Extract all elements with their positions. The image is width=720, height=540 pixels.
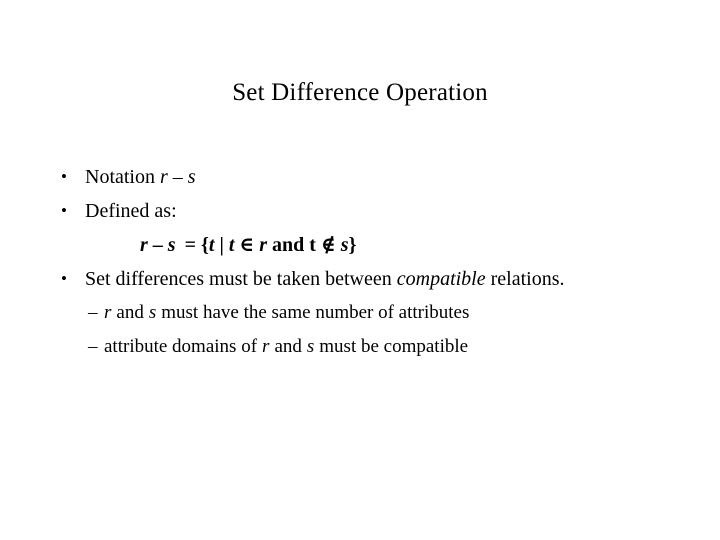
bullet-glyph-icon: • bbox=[61, 269, 67, 288]
bullet-glyph-icon: • bbox=[61, 167, 67, 186]
bullet-glyph-icon: • bbox=[61, 201, 67, 220]
not-element-of-icon: ∉ bbox=[320, 234, 336, 256]
sub-bullet-item-same-number-attributes: – r and s must have the same number of attr… bbox=[56, 296, 680, 330]
conjunction-and: and bbox=[274, 336, 302, 357]
operator-minus: – bbox=[172, 166, 183, 188]
sub-bullet-text-tail: must have the same number of attributes bbox=[161, 302, 470, 323]
formula-var-s: s bbox=[167, 234, 176, 256]
bullet-item-notation: • Notation r – s bbox=[56, 160, 680, 194]
variable-r: r bbox=[262, 336, 270, 357]
formula-var-t1: t bbox=[208, 234, 215, 256]
formula-close-brace: } bbox=[348, 234, 357, 256]
bullet-text-lead: Defined as: bbox=[85, 200, 177, 222]
sub-bullet-text-lead: attribute domains of bbox=[104, 336, 258, 357]
formula-set-difference: r – s = {t | t ∈ r and t ∉ s} bbox=[56, 228, 680, 262]
formula-var-r: r bbox=[140, 234, 148, 256]
formula-var-r2: r bbox=[259, 234, 268, 256]
bullet-item-compatible-relations: • Set differences must be taken between c… bbox=[56, 262, 680, 296]
formula-minus: – bbox=[152, 234, 163, 256]
sub-bullet-text-tail: must be compatible bbox=[319, 336, 469, 357]
emphasis-compatible: compatible bbox=[396, 268, 486, 290]
page-title: Set Difference Operation bbox=[232, 79, 488, 106]
bullet-text-tail: relations. bbox=[490, 268, 565, 290]
bullet-item-defined-as: • Defined as: bbox=[56, 194, 680, 228]
slide-canvas: Set Difference Operation • Notation r – s •… bbox=[0, 0, 720, 540]
formula-var-s2: s bbox=[340, 234, 349, 256]
variable-s: s bbox=[187, 166, 196, 188]
formula-and-keyword: and bbox=[272, 234, 305, 256]
formula-open-brace: { bbox=[201, 234, 209, 256]
variable-r: r bbox=[160, 166, 168, 188]
formula-var-t2: t bbox=[228, 234, 235, 256]
dash-glyph-icon: – bbox=[88, 302, 98, 323]
sub-bullet-item-compatible-domains: – attribute domains of r and s must be compa… bbox=[56, 330, 680, 364]
variable-s: s bbox=[148, 302, 157, 323]
dash-glyph-icon: – bbox=[88, 336, 98, 357]
formula-bar: | bbox=[219, 234, 224, 256]
bullet-text-lead: Set differences must be taken between bbox=[85, 268, 392, 290]
bullet-text-lead: Notation bbox=[85, 166, 155, 188]
slide-body: • Notation r – s • Defined as: r – s = {t | t ∈ r an… bbox=[56, 160, 680, 364]
formula-var-t3: t bbox=[309, 234, 316, 256]
conjunction-and: and bbox=[116, 302, 144, 323]
element-of-icon: ∈ bbox=[239, 234, 255, 256]
formula-equals: = bbox=[184, 234, 196, 256]
variable-s: s bbox=[306, 336, 315, 357]
